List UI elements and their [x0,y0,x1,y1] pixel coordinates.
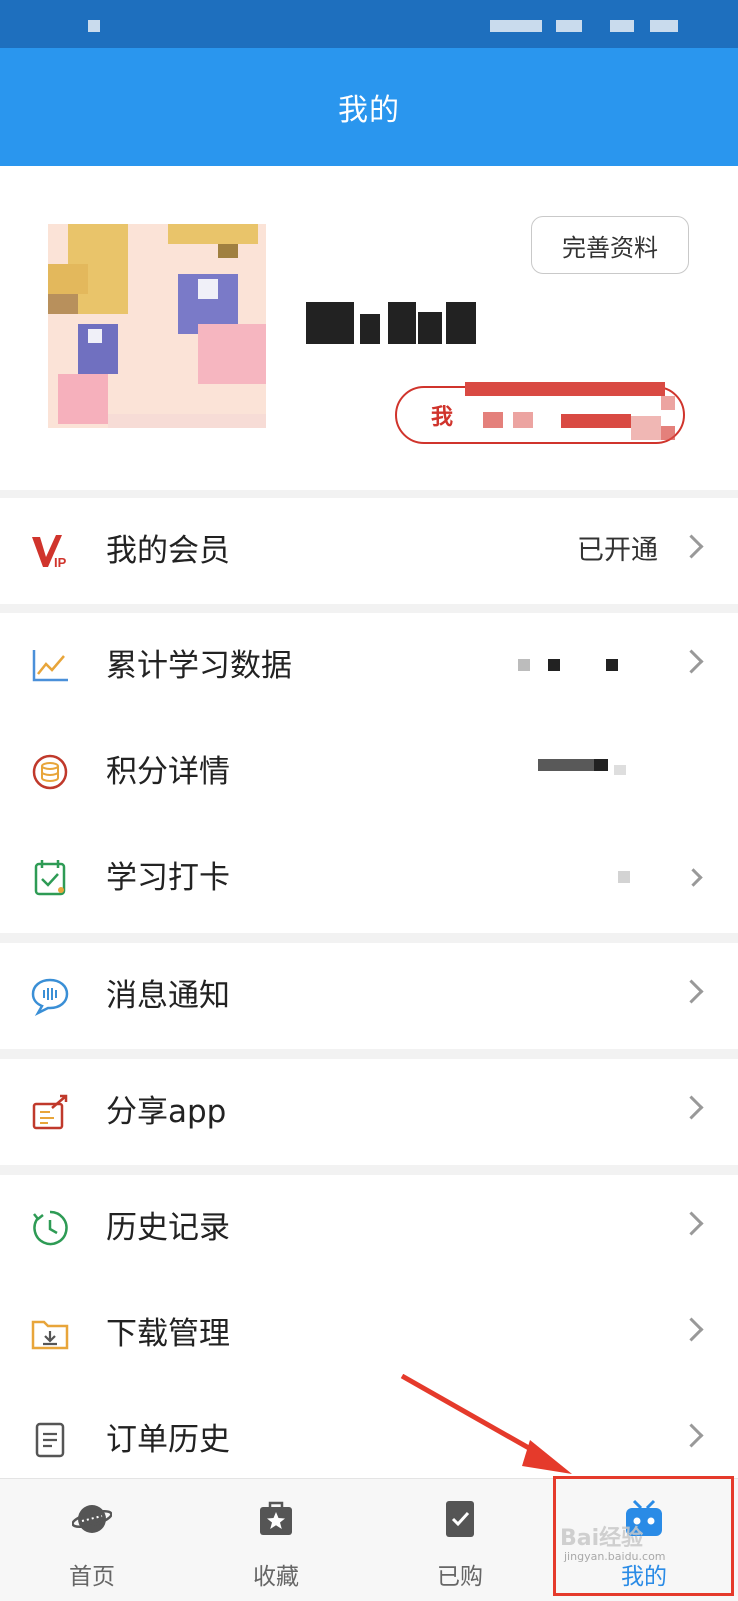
menu-item-history[interactable]: 历史记录 [0,1175,738,1281]
menu-item-label: 历史记录 [106,1210,230,1246]
share-group: 分享app [0,1059,738,1165]
purchased-icon [446,1501,474,1537]
study-group: 累计学习数据 积分详情 学习打卡 [0,613,738,933]
chevron-right-icon [684,868,703,887]
chevron-right-icon [679,1317,704,1342]
username [306,302,486,344]
profile-card: 完善资料 我 [0,166,738,490]
menu-item-share[interactable]: 分享app [0,1059,738,1165]
menu-item-points[interactable]: 积分详情 [0,719,738,825]
top-navigation-bar: 我的 [0,48,738,166]
menu-item-study-data[interactable]: 累计学习数据 [0,613,738,719]
chevron-right-icon [679,1423,704,1448]
menu-item-label: 消息通知 [106,978,230,1014]
watermark-url: jingyan.baidu.com [564,1550,666,1563]
menu-item-label: 积分详情 [106,754,230,790]
study-data-value [518,613,648,719]
menu-item-vip[interactable]: IP 我的会员 已开通 [0,498,738,604]
star-bag-icon [260,1501,292,1535]
vip-icon: IP [32,535,67,570]
watermark: Bai经验 jingyan.baidu.com [560,1520,666,1563]
chevron-right-icon [679,1211,704,1236]
member-badge[interactable]: 我 [395,382,695,446]
menu-item-label: 我的会员 [106,533,230,569]
status-icon [490,20,542,32]
annotation-arrow [400,1374,572,1474]
edit-profile-button[interactable]: 完善资料 [531,216,689,274]
watermark-brand: Bai经验 [560,1526,644,1551]
tab-favorites[interactable]: 收藏 [184,1479,368,1601]
tab-label: 收藏 [253,1564,299,1590]
chevron-right-icon [679,1095,704,1120]
chevron-right-icon [679,979,704,1004]
member-badge-label: 我 [431,405,454,430]
battery-icon [650,20,678,32]
planet-icon [72,1505,112,1533]
menu-item-label: 分享app [106,1094,227,1130]
svg-text:IP: IP [54,555,67,570]
history-clock-icon [33,1210,68,1246]
menu-item-label: 累计学习数据 [106,648,292,684]
status-icon [610,20,634,32]
coin-icon [32,754,68,790]
vip-status-value: 已开通 [577,535,658,566]
share-icon [32,1094,68,1130]
calendar-check-icon [34,860,66,896]
vip-group: IP 我的会员 已开通 [0,498,738,604]
line-chart-icon [32,650,68,682]
tab-label: 已购 [437,1564,483,1590]
message-icon [31,978,69,1016]
page-title: 我的 [338,93,400,128]
avatar[interactable] [48,224,266,428]
menu-item-label: 下载管理 [106,1316,230,1352]
order-document-icon [35,1422,65,1458]
tab-purchased[interactable]: 已购 [368,1479,552,1601]
records-group: 历史记录 下载管理 订单历史 [0,1175,738,1478]
menu-item-checkin[interactable]: 学习打卡 [0,825,738,931]
status-bar [0,0,738,48]
status-icon [88,20,100,32]
chevron-right-icon [679,649,704,674]
tab-home[interactable]: 首页 [0,1479,184,1601]
menu-item-messages[interactable]: 消息通知 [0,943,738,1049]
checkin-value [608,825,648,931]
tab-label: 首页 [69,1564,115,1590]
menu-item-label: 学习打卡 [106,860,230,896]
menu-item-downloads[interactable]: 下载管理 [0,1281,738,1387]
chevron-right-icon [679,534,704,559]
points-value [538,719,698,825]
download-folder-icon [31,1320,69,1350]
messages-group: 消息通知 [0,943,738,1049]
status-icon [556,20,582,32]
